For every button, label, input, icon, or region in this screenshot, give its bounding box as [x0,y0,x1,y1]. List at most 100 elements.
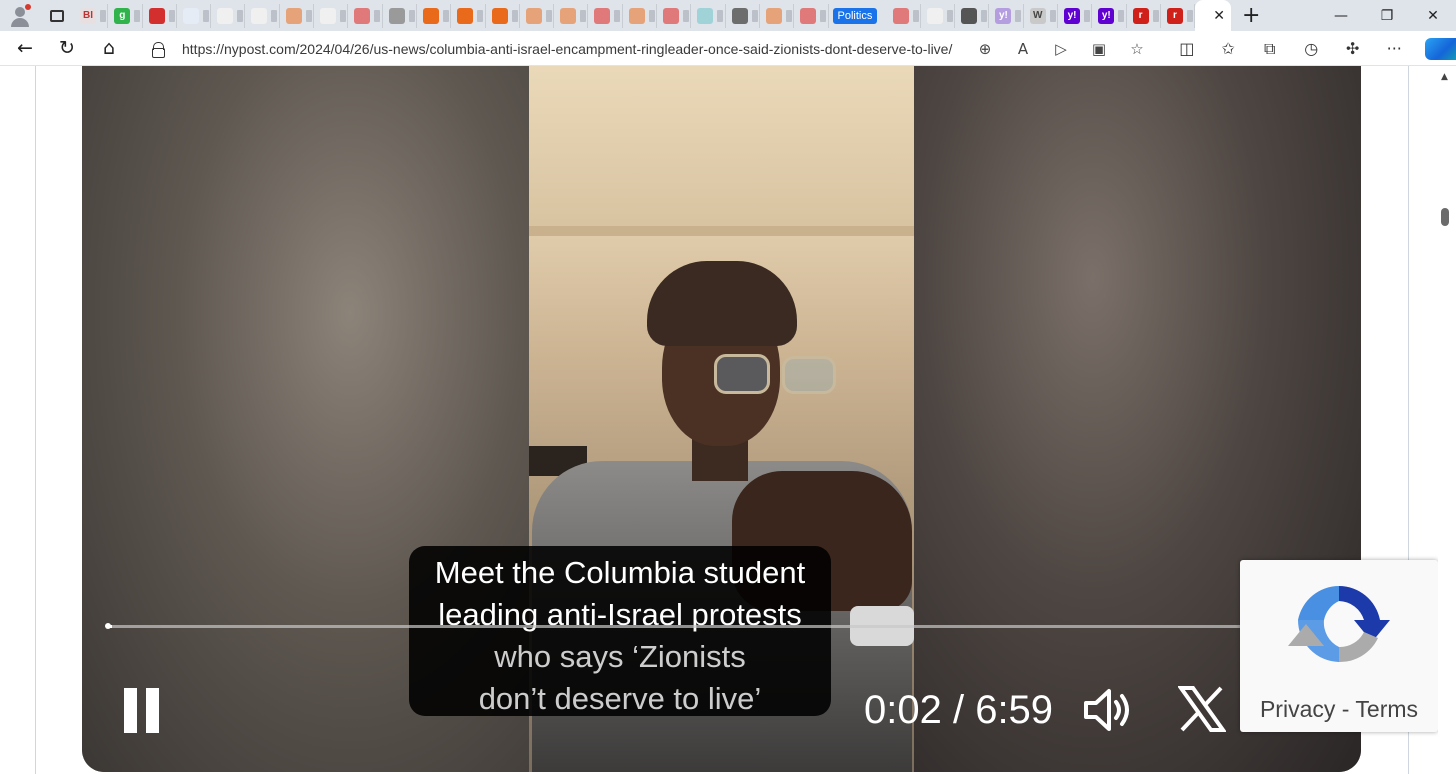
youtube-favicon [663,7,680,24]
tab-title-fragment [614,9,621,22]
tab-title-fragment [1152,9,1159,22]
browser-tab[interactable] [691,3,726,28]
browser-tab[interactable] [143,3,177,28]
bookmark-favicon [525,7,542,24]
refresh-button[interactable]: ↻ [46,31,88,66]
url-text[interactable]: https://nypost.com/2024/04/26/us-news/co… [182,41,952,57]
extensions-icon[interactable]: ✣ [1332,39,1374,58]
glasses-lens-left [714,354,770,394]
new-tab-button[interactable]: + [1231,0,1271,31]
restore-icon[interactable]: ❐ [1364,0,1410,31]
close-window-icon[interactable]: ✕ [1410,0,1456,31]
history-icon[interactable]: ◷ [1291,39,1333,58]
bookmark-favicon [628,7,645,24]
browser-tab[interactable] [726,3,760,28]
copilot-icon[interactable] [1425,37,1456,60]
profile-button[interactable] [0,0,40,31]
r-favicon: r [1132,7,1149,24]
scrollbar[interactable] [1438,66,1456,774]
active-tab-favicon [1199,7,1206,24]
browser-tab[interactable]: BI [74,3,109,28]
scroll-up-icon[interactable]: ▲ [1441,72,1448,82]
browser-tab[interactable] [280,3,315,28]
profile-body-icon [11,18,29,27]
yahoo-favicon: y! [1064,7,1081,24]
browser-tab[interactable]: g [108,3,143,28]
bookmark-favicon [422,7,439,24]
browser-tab[interactable]: r [1127,3,1161,28]
progress-scrubber[interactable] [105,623,111,629]
wp-favicon: W [1029,7,1046,24]
link-separator: - [1341,696,1350,722]
terms-link[interactable]: Terms [1355,696,1418,722]
browser-tab[interactable] [314,3,349,28]
youtube-favicon [594,7,611,24]
reader-view-icon[interactable]: ▣ [1080,40,1118,58]
volume-button[interactable] [1082,686,1134,734]
browser-tab[interactable] [623,3,658,28]
browser-tab[interactable] [417,3,452,28]
time-display: 0:02 / 6:59 [864,688,1054,732]
split-screen-icon[interactable]: ◫ [1166,39,1208,58]
browser-tab[interactable] [177,3,212,28]
browser-tab[interactable] [760,3,795,28]
browser-tab[interactable] [211,3,246,28]
browser-tab[interactable] [921,3,956,28]
home-button[interactable]: ⌂ [88,31,130,66]
browser-tab[interactable] [794,3,829,28]
browser-tab[interactable] [520,3,555,28]
minimize-icon[interactable]: — [1318,0,1364,31]
tab-title-fragment [237,9,244,22]
browser-tab[interactable] [451,3,486,28]
browser-tab[interactable] [588,3,623,28]
youtube-favicon [800,7,817,24]
browser-tab[interactable]: y! [1092,3,1127,28]
lock-icon[interactable] [152,42,165,58]
bookmark-favicon [491,7,508,24]
tab-active[interactable]: ✕ [1195,0,1232,31]
browser-tab[interactable] [657,3,692,28]
more-menu-icon[interactable]: ··· [1374,39,1416,58]
browser-tab[interactable] [245,3,280,28]
tab-title-fragment [374,9,381,22]
read-aloud-icon[interactable]: A [1004,40,1042,58]
browser-tab[interactable] [348,3,383,28]
browser-tab[interactable] [887,3,921,28]
tab-actions-button[interactable] [40,0,74,31]
tab-title-fragment [202,9,209,22]
privacy-link[interactable]: Privacy [1260,696,1335,722]
x-logo-icon [1177,686,1227,732]
browser-tab[interactable]: y! [1058,3,1093,28]
browser-tab[interactable] [383,3,417,28]
tab-group-politics[interactable]: Politics [829,4,887,28]
browser-tab[interactable] [486,3,520,28]
tab-title-fragment [271,9,278,22]
recaptcha-badge[interactable]: Privacy - Terms [1240,560,1438,732]
progress-bar[interactable] [106,625,1246,628]
bi-favicon: BI [80,7,96,24]
video-player[interactable]: Meet the Columbia student leading anti-I… [82,66,1361,772]
favorites-icon[interactable]: ✩ [1208,39,1250,58]
share-x-button[interactable] [1177,684,1227,734]
media-icon[interactable]: ▷ [1042,40,1080,58]
close-tab-icon[interactable]: ✕ [1213,8,1225,24]
browser-tab[interactable] [955,3,990,28]
video-caption: Meet the Columbia student leading anti-I… [409,546,831,716]
zoom-icon[interactable]: ⊕ [966,40,1004,58]
collections-icon[interactable]: ⧉ [1249,39,1291,59]
browser-tab[interactable]: r [1161,3,1196,28]
tab-title-fragment [1118,9,1125,22]
scrollbar-thumb[interactable] [1441,208,1449,226]
favorite-star-icon[interactable]: ☆ [1118,40,1156,58]
image-favicon [961,7,978,24]
browser-tab[interactable]: y! [989,3,1024,28]
caption-line: Meet the Columbia student [434,555,806,590]
pause-button[interactable] [122,688,162,733]
pause-icon [124,688,137,733]
tab-title-fragment [981,9,988,22]
tab-title-fragment [1084,9,1091,22]
back-button[interactable]: ← [4,31,46,66]
browser-tab[interactable] [554,3,589,28]
browser-tab[interactable]: W [1024,3,1059,28]
pause-icon [146,688,159,733]
